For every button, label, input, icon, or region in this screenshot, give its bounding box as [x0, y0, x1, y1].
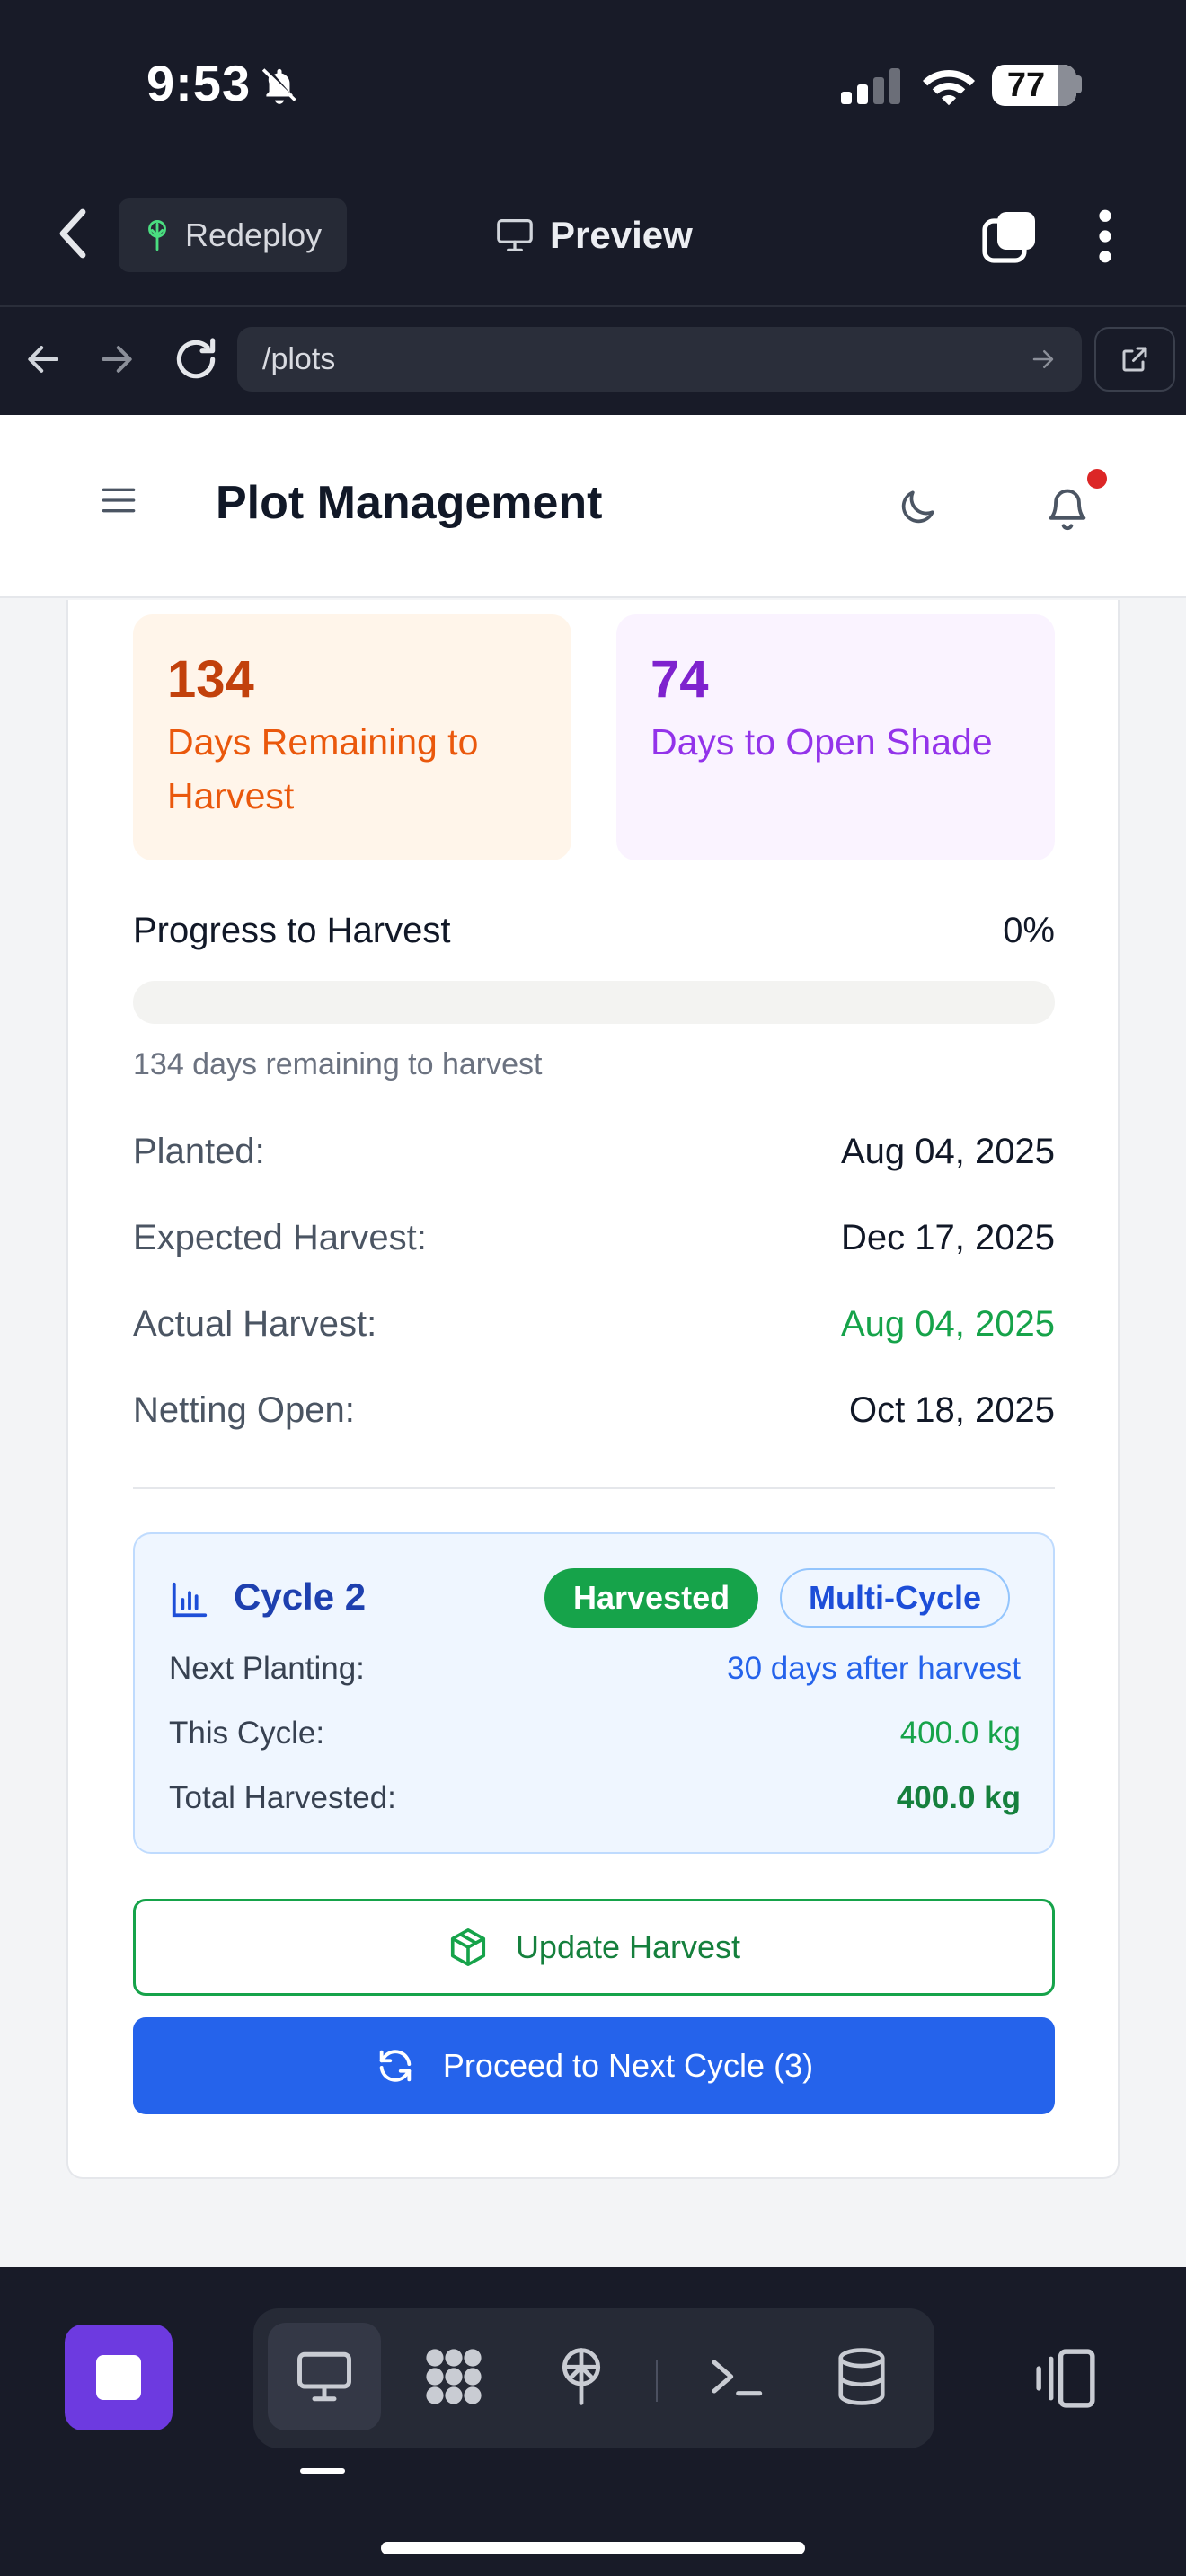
- database-icon: [838, 2348, 885, 2405]
- detail-value: Aug 04, 2025: [841, 1132, 1055, 1171]
- hamburger-menu-icon[interactable]: [101, 485, 137, 516]
- stat-label: Days Remaining to Harvest: [167, 721, 479, 816]
- detail-key: Planted:: [133, 1132, 265, 1171]
- notifications-bell-icon[interactable]: [1044, 483, 1091, 534]
- status-time: 9:53: [146, 55, 252, 111]
- progress-header: Progress to Harvest 0%: [133, 911, 1055, 951]
- redeploy-button[interactable]: Redeploy: [119, 198, 347, 272]
- stat-value: 134: [167, 650, 254, 709]
- cycle-value: 400.0 kg: [899, 1716, 1021, 1751]
- update-harvest-button[interactable]: Update Harvest: [133, 1899, 1055, 1996]
- stat-label: Days to Open Shade: [651, 721, 993, 763]
- bar-chart-icon: [172, 1582, 208, 1618]
- apps-icon: [426, 2349, 482, 2404]
- page-title: Plot Management: [216, 477, 603, 529]
- days-remaining-stat: 134 Days Remaining to Harvest: [133, 614, 571, 860]
- detail-value: Aug 04, 2025: [841, 1304, 1055, 1344]
- cycle-title: Cycle 2: [234, 1575, 367, 1618]
- cycle-type-badge: Multi-Cycle: [780, 1568, 1011, 1628]
- cycle-value: 30 days after harvest: [727, 1651, 1021, 1686]
- url-text[interactable]: /plots: [262, 342, 1030, 377]
- bottom-dock: [0, 2267, 1186, 2576]
- desktop-tool-button[interactable]: [268, 2323, 381, 2430]
- stop-button[interactable]: [65, 2325, 173, 2430]
- cycle-key: Total Harvested:: [169, 1780, 396, 1815]
- progress-note: 134 days remaining to harvest: [133, 1047, 543, 1081]
- desktop-icon: [297, 2351, 351, 2402]
- status-badge: Harvested: [544, 1568, 759, 1628]
- tabs-icon[interactable]: [981, 208, 1039, 266]
- section-divider: [133, 1487, 1055, 1489]
- silent-mode-icon: [261, 68, 296, 104]
- apps-tool-button[interactable]: [397, 2323, 510, 2430]
- days-to-open-shade-stat: 74 Days to Open Shade: [616, 614, 1055, 860]
- app-header: Plot Management: [0, 415, 1186, 598]
- url-bar[interactable]: /plots: [237, 327, 1082, 392]
- deploy-icon: [562, 2348, 601, 2405]
- side-panel-icon[interactable]: [1031, 2344, 1100, 2413]
- netting-open-row: Netting Open: Oct 18, 2025: [133, 1390, 1055, 1431]
- stop-icon: [96, 2355, 141, 2400]
- chrome-divider: [0, 305, 1186, 307]
- cycle-key: Next Planting:: [169, 1651, 365, 1686]
- refresh-icon: [379, 2050, 412, 2082]
- detail-value: Dec 17, 2025: [841, 1218, 1055, 1257]
- active-tool-indicator: [300, 2468, 345, 2474]
- go-arrow-icon[interactable]: [1030, 346, 1057, 373]
- detail-value: Oct 18, 2025: [848, 1390, 1055, 1430]
- preview-title: Preview: [494, 208, 693, 262]
- terminal-tool-button[interactable]: [679, 2323, 792, 2430]
- notification-badge: [1087, 469, 1107, 489]
- deploy-tool-button[interactable]: [525, 2323, 638, 2430]
- progress-bar: [133, 981, 1055, 1024]
- proceed-next-cycle-label: Proceed to Next Cycle (3): [442, 2047, 814, 2084]
- update-harvest-label: Update Harvest: [515, 1928, 741, 1965]
- proceed-next-cycle-button[interactable]: Proceed to Next Cycle (3): [133, 2017, 1055, 2114]
- sprout-icon: [148, 220, 166, 251]
- browser-chrome: 9:53 77 Redeploy Preview /plots: [0, 0, 1186, 415]
- total-harvested-row: Total Harvested: 400.0 kg: [169, 1780, 1021, 1816]
- expected-harvest-row: Expected Harvest: Dec 17, 2025: [133, 1218, 1055, 1258]
- progress-percent: 0%: [1003, 911, 1055, 950]
- nav-back-icon[interactable]: [23, 340, 63, 379]
- detail-key: Expected Harvest:: [133, 1218, 427, 1257]
- external-link-icon: [1122, 347, 1147, 372]
- package-icon: [450, 1928, 486, 1966]
- battery-cap: [1075, 75, 1082, 93]
- cycle-key: This Cycle:: [169, 1716, 325, 1751]
- main-content: 134 Days Remaining to Harvest 74 Days to…: [0, 600, 1186, 2267]
- next-planting-row: Next Planting: 30 days after harvest: [169, 1651, 1021, 1687]
- planted-row: Planted: Aug 04, 2025: [133, 1132, 1055, 1172]
- more-menu-icon[interactable]: [1091, 208, 1120, 264]
- battery-level: 77: [1006, 66, 1046, 104]
- cycle-value: 400.0 kg: [896, 1780, 1021, 1815]
- database-tool-button[interactable]: [805, 2323, 918, 2430]
- reload-icon[interactable]: [171, 334, 221, 384]
- tool-separator: [656, 2360, 658, 2402]
- nav-forward-icon[interactable]: [97, 340, 137, 379]
- open-external-button[interactable]: [1094, 327, 1175, 392]
- preview-label: Preview: [550, 214, 693, 256]
- battery-indicator: 77: [992, 65, 1076, 106]
- detail-key: Actual Harvest:: [133, 1304, 377, 1344]
- progress-label: Progress to Harvest: [133, 911, 451, 950]
- plot-card: 134 Days Remaining to Harvest 74 Days to…: [66, 600, 1120, 2179]
- stat-value: 74: [651, 650, 709, 709]
- back-chevron-icon[interactable]: [56, 208, 92, 259]
- redeploy-label: Redeploy: [185, 216, 323, 253]
- terminal-icon: [712, 2360, 763, 2396]
- detail-key: Netting Open:: [133, 1390, 355, 1430]
- tool-group: [253, 2308, 934, 2448]
- dark-mode-toggle-icon[interactable]: [895, 485, 940, 530]
- home-indicator: [381, 2542, 805, 2554]
- monitor-icon: [497, 218, 533, 251]
- cycle-summary: Cycle 2 Harvested Multi-Cycle Next Plant…: [133, 1532, 1055, 1854]
- actual-harvest-row: Actual Harvest: Aug 04, 2025: [133, 1304, 1055, 1345]
- wifi-icon: [923, 70, 975, 106]
- this-cycle-row: This Cycle: 400.0 kg: [169, 1716, 1021, 1751]
- cellular-signal-icon: [841, 68, 900, 104]
